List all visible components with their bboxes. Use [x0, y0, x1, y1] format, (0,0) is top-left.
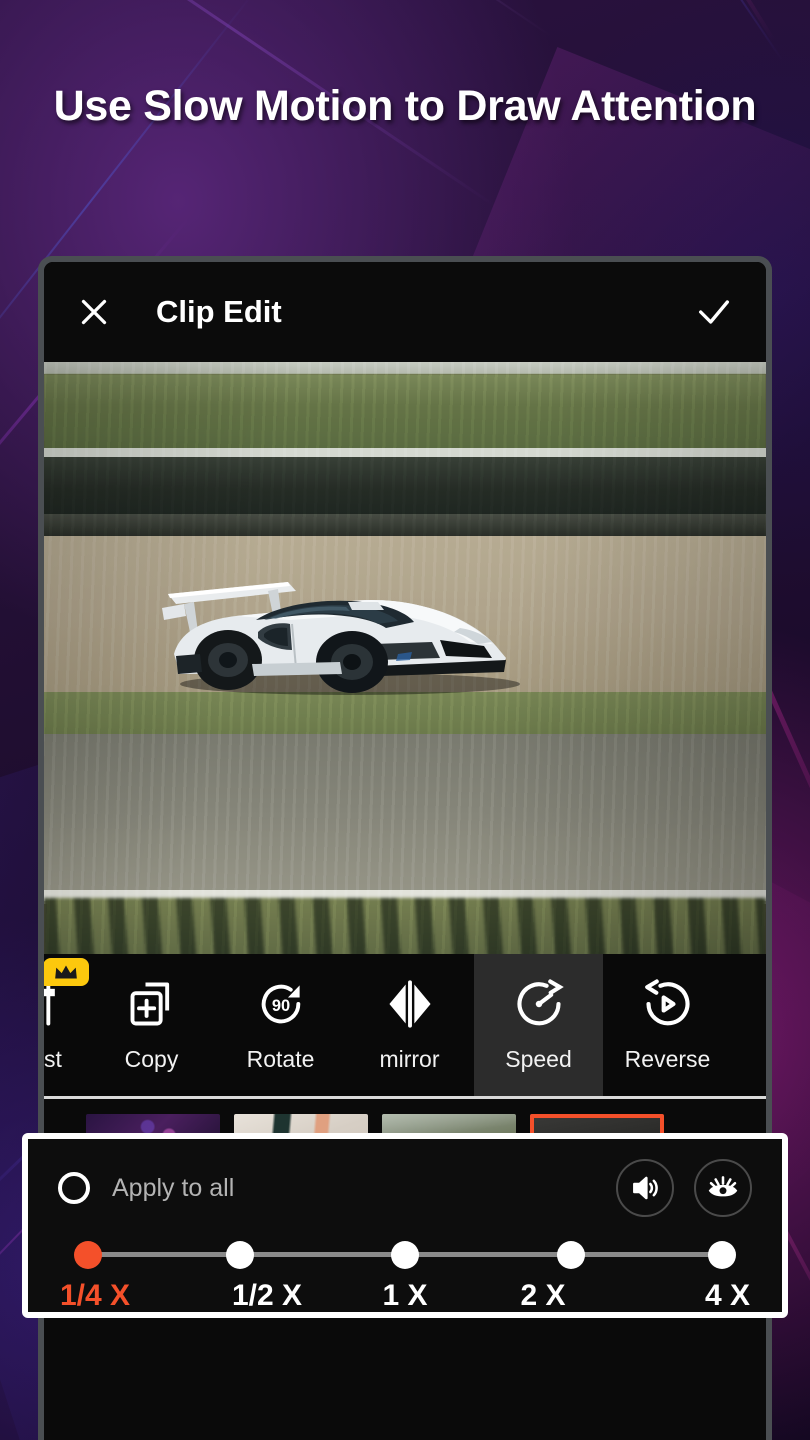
sports-car — [140, 558, 540, 698]
speed-label-two[interactable]: 2 X — [474, 1279, 612, 1313]
slider-stop-four[interactable] — [708, 1241, 736, 1269]
apply-to-all-label: Apply to all — [112, 1173, 235, 1202]
eye-preview-icon[interactable] — [694, 1159, 752, 1217]
toolbar-label-rotate: Rotate — [246, 1045, 315, 1072]
toolbar-item-reverse[interactable]: Reverse — [603, 954, 732, 1096]
clip-edit-toolbar: just Copy 90 — [44, 954, 766, 1096]
speed-panel-top-row: Apply to all — [58, 1159, 752, 1217]
premium-crown-icon — [44, 958, 89, 986]
copy-add-icon — [126, 978, 178, 1030]
toolbar-label-reverse: Reverse — [624, 1045, 711, 1072]
toolbar-item-adjust[interactable]: just — [44, 954, 89, 1096]
speed-slider[interactable] — [74, 1231, 736, 1277]
light-streak — [0, 0, 553, 38]
reverse-play-icon — [642, 978, 694, 1030]
toolbar-label-mirror: mirror — [379, 1045, 440, 1072]
apply-to-all-radio[interactable] — [58, 1172, 90, 1204]
promo-headline: Use Slow Motion to Draw Attention — [53, 82, 757, 130]
checkmark-icon[interactable] — [694, 292, 734, 332]
speed-settings-panel: Apply to all 1/4 X 1/2 X 1 X 2 X 4 X — [22, 1133, 788, 1318]
close-x-icon[interactable] — [76, 294, 112, 330]
svg-text:90: 90 — [271, 997, 289, 1015]
light-streak — [545, 0, 783, 61]
speed-label-quarter[interactable]: 1/4 X — [60, 1279, 198, 1313]
slider-stop-quarter[interactable] — [74, 1241, 102, 1269]
page-title: Clip Edit — [156, 294, 282, 329]
video-preview[interactable] — [44, 362, 766, 954]
toolbar-item-speed[interactable]: Speed — [474, 954, 603, 1096]
toolbar-item-rotate[interactable]: 90 Rotate — [216, 954, 345, 1096]
volume-on-icon[interactable] — [616, 1159, 674, 1217]
speed-label-one[interactable]: 1 X — [336, 1279, 474, 1313]
speed-gauge-icon — [513, 978, 565, 1030]
speed-option-labels: 1/4 X 1/2 X 1 X 2 X 4 X — [58, 1279, 752, 1313]
light-streak — [471, 0, 776, 42]
slider-stop-one[interactable] — [391, 1241, 419, 1269]
mirror-flip-icon — [384, 978, 436, 1030]
toolbar-item-copy[interactable]: Copy — [87, 954, 216, 1096]
toolbar-item-mirror[interactable]: mirror — [345, 954, 474, 1096]
speed-label-four[interactable]: 4 X — [612, 1279, 750, 1313]
timeline-divider — [44, 1096, 766, 1099]
rotate-90-icon: 90 — [255, 978, 307, 1030]
app-header: Clip Edit — [44, 262, 766, 362]
toolbar-label-adjust: just — [44, 1045, 62, 1072]
slider-stop-two[interactable] — [556, 1241, 585, 1269]
toolbar-label-copy: Copy — [124, 1045, 179, 1072]
toolbar-label-speed: Speed — [505, 1045, 572, 1072]
slider-stop-half[interactable] — [225, 1241, 254, 1269]
speed-label-half[interactable]: 1/2 X — [198, 1279, 336, 1313]
